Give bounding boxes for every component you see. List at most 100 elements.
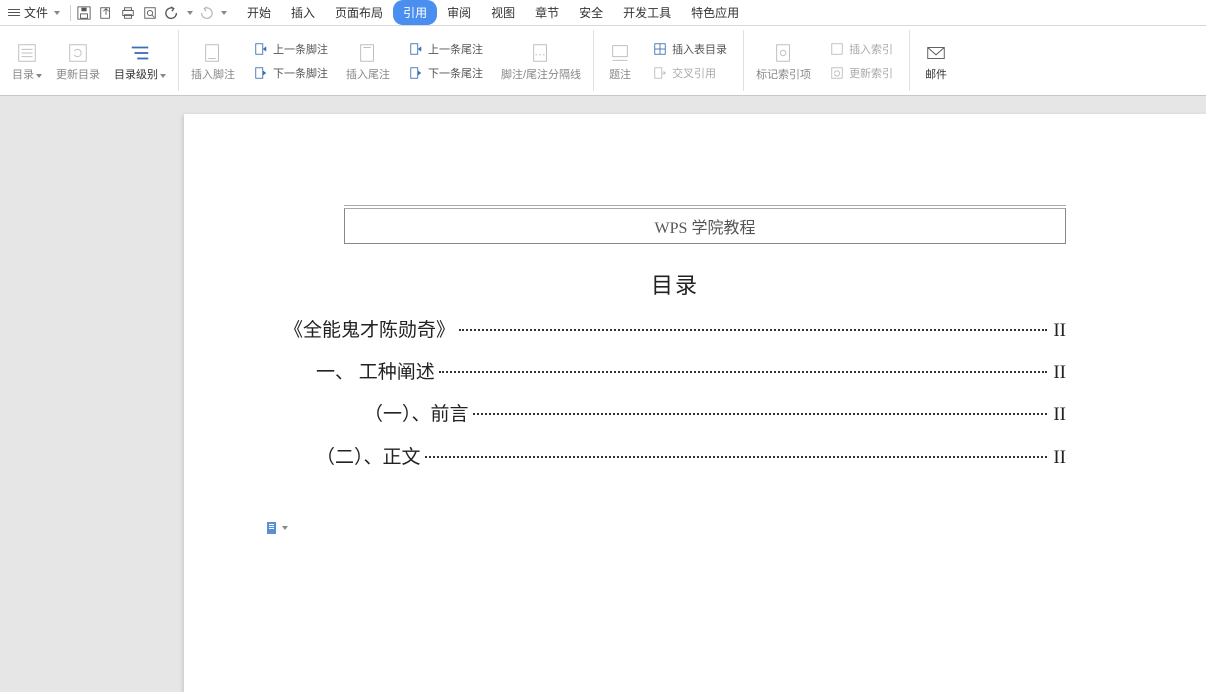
redo-dropdown[interactable] — [217, 2, 229, 24]
prev-footnote-button[interactable]: 上一条脚注 — [249, 39, 332, 59]
tab-0[interactable]: 开始 — [237, 0, 281, 25]
update-index-button[interactable]: 更新索引 — [825, 63, 897, 83]
toc-entry-page: II — [1051, 441, 1066, 475]
directory-button[interactable]: 目录 — [6, 37, 48, 84]
print-preview-button[interactable] — [139, 2, 161, 24]
endnote-icon — [354, 39, 382, 67]
next-footnote-button[interactable]: 下一条脚注 — [249, 63, 332, 83]
mark-entry-icon — [770, 39, 798, 67]
next-footnote-label: 下一条脚注 — [273, 65, 328, 81]
tab-5[interactable]: 视图 — [481, 0, 525, 25]
save-button[interactable] — [73, 2, 95, 24]
insert-footnote-button[interactable]: 插入脚注 — [185, 37, 241, 84]
tab-1[interactable]: 插入 — [281, 0, 325, 25]
print-button[interactable] — [117, 2, 139, 24]
caption-button[interactable]: 题注 — [600, 37, 640, 84]
insert-index-button[interactable]: 插入索引 — [825, 39, 897, 59]
directory-level-button[interactable]: 目录级别 — [108, 37, 172, 84]
toc-entry[interactable]: 《全能鬼才陈勋奇》 II — [284, 314, 1066, 348]
mark-entry-label: 标记索引项 — [756, 69, 811, 82]
print-icon — [121, 6, 135, 20]
levels-icon — [126, 39, 154, 67]
document-icon — [264, 520, 280, 536]
separator-button[interactable]: 脚注/尾注分隔线 — [495, 37, 587, 84]
tab-3[interactable]: 引用 — [393, 0, 437, 25]
toc-leader — [425, 456, 1048, 458]
toc-entry-text: （二）、正文 — [316, 441, 421, 475]
tab-8[interactable]: 开发工具 — [613, 0, 681, 25]
insert-index-icon — [829, 41, 845, 57]
caption-icon — [606, 39, 634, 67]
insert-fig-table-label: 插入表目录 — [672, 41, 727, 57]
tab-7[interactable]: 安全 — [569, 0, 613, 25]
cross-ref-icon — [652, 65, 668, 81]
chevron-down-icon — [36, 74, 42, 78]
update-directory-button[interactable]: 更新目录 — [50, 37, 106, 84]
toc-entry-text: 一、 工种阐述 — [316, 356, 435, 390]
chevron-down-icon — [282, 526, 288, 530]
file-menu[interactable]: 文件 — [4, 2, 68, 23]
chevron-down-icon — [160, 74, 166, 78]
document-page[interactable]: WPS 学院教程 目录 《全能鬼才陈勋奇》II一、 工种阐述II（一）、前言II… — [184, 114, 1206, 692]
document-arrow-icon — [99, 6, 113, 20]
chevron-down-icon — [54, 11, 60, 15]
tab-4[interactable]: 审阅 — [437, 0, 481, 25]
directory-label: 目录 — [12, 69, 34, 81]
refresh-list-icon — [64, 39, 92, 67]
next-footnote-icon — [253, 65, 269, 81]
tab-6[interactable]: 章节 — [525, 0, 569, 25]
insert-endnote-button[interactable]: 插入尾注 — [340, 37, 396, 84]
insert-fig-table-button[interactable]: 插入表目录 — [648, 39, 731, 59]
footnote-icon — [199, 39, 227, 67]
insert-index-label: 插入索引 — [849, 41, 893, 57]
toc-entry[interactable]: （二）、正文 II — [284, 441, 1066, 475]
cross-ref-button[interactable]: 交叉引用 — [648, 63, 731, 83]
toc-entry-text: （一）、前言 — [364, 398, 469, 432]
tab-9[interactable]: 特色应用 — [681, 0, 749, 25]
insert-endnote-label: 插入尾注 — [346, 69, 390, 82]
layout-options-handle[interactable] — [264, 520, 288, 536]
prev-footnote-label: 上一条脚注 — [273, 41, 328, 57]
toc-entry[interactable]: （一）、前言II — [284, 398, 1066, 432]
insert-footnote-label: 插入脚注 — [191, 69, 235, 82]
update-index-icon — [829, 65, 845, 81]
toc-entry-page: II — [1051, 314, 1066, 348]
toc-title: 目录 — [284, 268, 1066, 300]
separator-label: 脚注/尾注分隔线 — [501, 69, 581, 82]
mail-label: 邮件 — [925, 69, 947, 82]
prev-endnote-icon — [408, 41, 424, 57]
file-label: 文件 — [24, 4, 48, 21]
toc-entry-page: II — [1051, 356, 1066, 390]
directory-level-label: 目录级别 — [114, 69, 158, 81]
divider — [70, 5, 71, 21]
separator-icon — [527, 39, 555, 67]
next-endnote-button[interactable]: 下一条尾注 — [404, 63, 487, 83]
header-text: WPS 学院教程 — [655, 214, 756, 238]
mail-button[interactable]: 邮件 — [916, 37, 956, 84]
toc-leader — [459, 329, 1047, 331]
prev-footnote-icon — [253, 41, 269, 57]
cross-ref-label: 交叉引用 — [672, 65, 716, 81]
page-header[interactable]: WPS 学院教程 — [344, 208, 1066, 244]
caption-label: 题注 — [609, 69, 631, 82]
undo-icon — [165, 6, 179, 20]
undo-dropdown[interactable] — [183, 2, 195, 24]
mail-icon — [922, 39, 950, 67]
prev-endnote-button[interactable]: 上一条尾注 — [404, 39, 487, 59]
redo-button[interactable] — [195, 2, 217, 24]
save-as-button[interactable] — [95, 2, 117, 24]
update-directory-label: 更新目录 — [56, 69, 100, 82]
directory-icon — [13, 39, 41, 67]
mark-entry-button[interactable]: 标记索引项 — [750, 37, 817, 84]
toc-leader — [473, 413, 1048, 415]
tab-2[interactable]: 页面布局 — [325, 0, 393, 25]
floppy-disk-icon — [77, 6, 91, 20]
toc-entry[interactable]: 一、 工种阐述 II — [284, 356, 1066, 390]
hamburger-icon — [8, 9, 20, 16]
toc-entry-text: 《全能鬼才陈勋奇》 — [284, 314, 455, 348]
undo-button[interactable] — [161, 2, 183, 24]
prev-endnote-label: 上一条尾注 — [428, 41, 483, 57]
preview-icon — [143, 6, 157, 20]
chevron-down-icon — [187, 11, 193, 15]
update-index-label: 更新索引 — [849, 65, 893, 81]
